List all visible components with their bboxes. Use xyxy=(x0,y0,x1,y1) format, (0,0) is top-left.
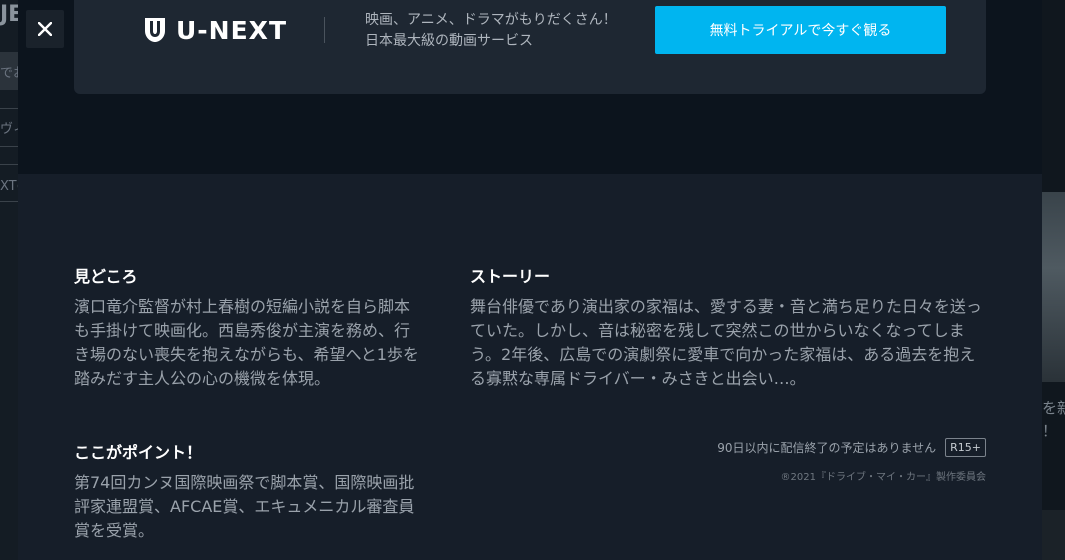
background-page-left: JE でお ヴィ XTの xyxy=(0,0,18,560)
background-text: でお xyxy=(0,66,18,81)
u-next-logo-icon xyxy=(145,18,165,42)
tagline-line-2: 日本最大級の動画サービス xyxy=(365,33,533,49)
background-text: JE xyxy=(0,2,18,27)
background-panel xyxy=(1042,510,1065,560)
free-trial-button[interactable]: 無料トライアルで今すぐ観る xyxy=(655,6,946,54)
banner-divider xyxy=(324,17,325,43)
background-divider xyxy=(0,201,18,202)
copyright-text: ®2021『ドライブ・マイ・カー』製作委員会 xyxy=(780,472,986,483)
background-page-right: を新 ！ xyxy=(1042,0,1065,560)
rating-badge: R15+ xyxy=(945,438,986,457)
background-text: ヴィ xyxy=(0,122,18,137)
background-divider xyxy=(0,146,18,147)
modal-header-area: U-NEXT 映画、アニメ、ドラマがもりだくさん！ 日本最大級の動画サービス 無… xyxy=(18,0,1042,174)
story-text: 舞台俳優であり演出家の家福は、愛する妻・音と満ち足りた日々を送っていた。しかし、… xyxy=(470,297,982,388)
banner-tagline: 映画、アニメ、ドラマがもりだくさん！ 日本最大級の動画サービス xyxy=(365,10,617,52)
title-detail-modal: U-NEXT 映画、アニメ、ドラマがもりだくさん！ 日本最大級の動画サービス 無… xyxy=(18,0,1042,560)
background-search-box: でお xyxy=(0,52,18,90)
u-next-logo: U-NEXT xyxy=(144,15,288,45)
background-text: XTの xyxy=(0,179,18,194)
background-text: を新 xyxy=(1042,399,1065,417)
points-text: 第74回カンヌ国際映画祭で脚本賞、国際映画批評家連盟賞、AFCAE賞、エキュメニ… xyxy=(74,473,415,540)
promo-banner: U-NEXT 映画、アニメ、ドラマがもりだくさん！ 日本最大級の動画サービス 無… xyxy=(74,0,986,94)
background-thumbnail xyxy=(1042,192,1065,382)
background-text: ！ xyxy=(1042,422,1058,440)
background-divider xyxy=(0,164,18,165)
close-icon xyxy=(38,22,52,36)
highlights-title: 見どころ xyxy=(74,267,138,286)
tagline-line-1: 映画、アニメ、ドラマがもりだくさん！ xyxy=(365,12,617,28)
close-button[interactable] xyxy=(26,10,64,48)
availability-info: 90日以内に配信終了の予定はありません R15+ xyxy=(717,438,986,457)
story-title: ストーリー xyxy=(470,267,551,286)
modal-details: 見どころ 濱口竜介監督が村上春樹の短編小説を自ら脚本も手掛けて映画化。西島秀俊が… xyxy=(18,174,1042,560)
highlights-text: 濱口竜介監督が村上春樹の短編小説を自ら脚本も手掛けて映画化。西島秀俊が主演を務め… xyxy=(74,297,419,388)
logo-text: U-NEXT xyxy=(176,15,288,45)
availability-text: 90日以内に配信終了の予定はありません xyxy=(717,441,937,455)
points-title: ここがポイント！ xyxy=(74,443,203,462)
background-divider xyxy=(0,108,18,109)
